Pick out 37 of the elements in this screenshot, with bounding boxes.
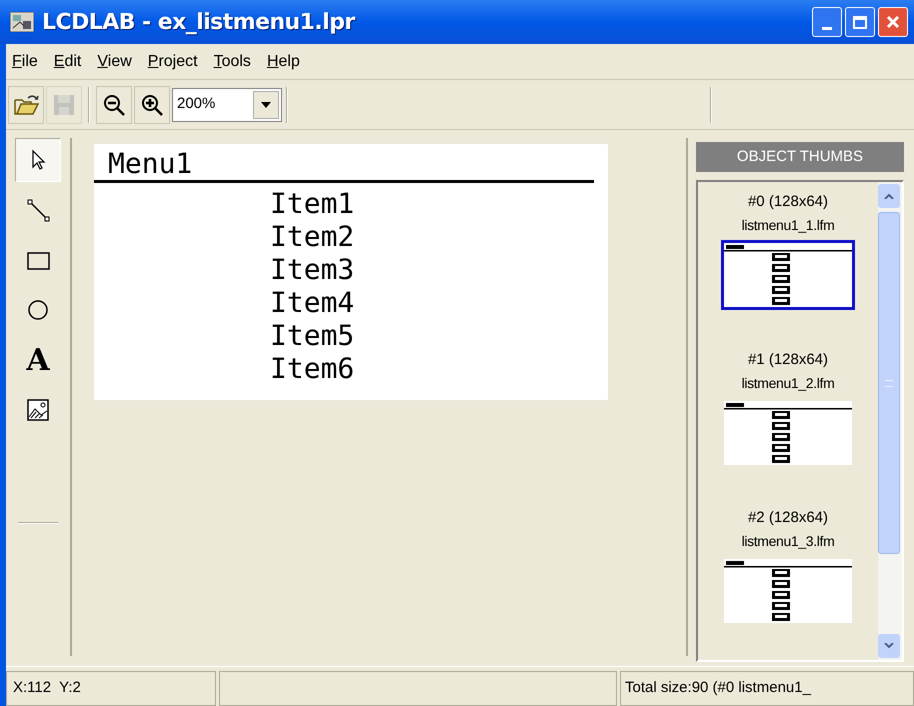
thumb-filename: listmenu1_1.lfm xyxy=(742,216,834,235)
thumb-label: #1 (128x64) xyxy=(748,350,828,370)
chevron-down-icon xyxy=(884,643,894,649)
panel-header: OBJECT THUMBS xyxy=(696,142,904,172)
tool-button[interactable] xyxy=(15,138,61,182)
tool-button[interactable]: A xyxy=(15,338,61,382)
status-position: X:112 Y:2 xyxy=(6,671,216,706)
vertical-scrollbar[interactable] xyxy=(878,182,902,660)
caret-icon xyxy=(261,102,271,108)
image-tool-icon xyxy=(25,397,51,423)
thumb-filename: listmenu1_3.lfm xyxy=(742,532,834,551)
app-icon xyxy=(10,12,34,32)
chevron-up-icon xyxy=(884,193,894,199)
menu-item[interactable]: Tools xyxy=(214,50,251,74)
window-title: LCDLAB - ex_listmenu1.lpr xyxy=(42,8,355,36)
close-icon xyxy=(886,15,900,29)
toolbar-button[interactable] xyxy=(96,86,132,124)
menu-item[interactable]: Help xyxy=(266,50,300,74)
menu-item[interactable]: File xyxy=(12,50,38,74)
zoom-combo-value: 200% xyxy=(176,94,216,114)
toolbar-button[interactable] xyxy=(134,86,170,124)
scroll-up-button[interactable] xyxy=(878,184,900,208)
thumb-label: #0 (128x64) xyxy=(748,192,828,212)
menu-item[interactable]: Project xyxy=(148,50,198,74)
line-tool-icon xyxy=(25,197,51,223)
maximize-button[interactable] xyxy=(845,7,875,37)
scroll-thumb[interactable] xyxy=(878,212,900,554)
menu-item[interactable]: Edit xyxy=(54,50,82,74)
dropdown-button[interactable] xyxy=(253,90,279,118)
scroll-down-button[interactable] xyxy=(878,634,900,658)
status-info: Total size:90 (#0 listmenu1_ xyxy=(620,671,914,706)
minimize-button[interactable] xyxy=(812,7,842,37)
thumb-filename: listmenu1_2.lfm xyxy=(742,374,834,393)
thumb-label: #2 (128x64) xyxy=(748,508,828,528)
close-button[interactable] xyxy=(878,7,908,37)
lcd-heading: Menu1 xyxy=(94,148,594,183)
menu-item[interactable]: View xyxy=(97,50,132,74)
